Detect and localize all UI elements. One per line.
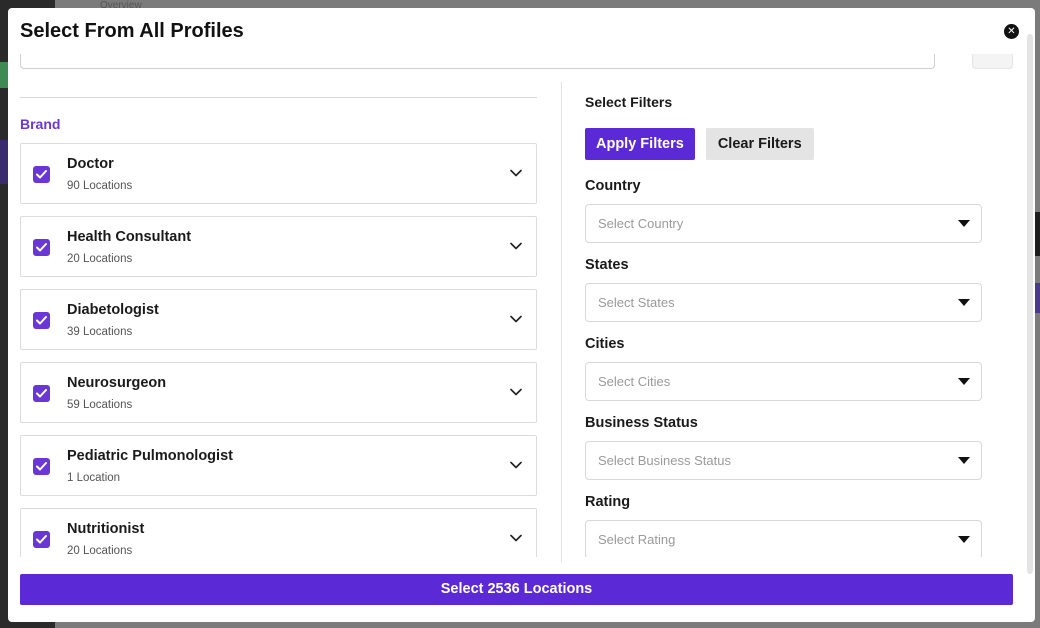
check-icon — [36, 243, 47, 252]
brand-name: Health Consultant — [67, 229, 192, 245]
divider — [20, 97, 537, 98]
check-icon — [36, 462, 47, 471]
select-placeholder: Select Cities — [598, 374, 671, 389]
filter-label: Cities — [585, 336, 625, 352]
caret-down-icon — [958, 378, 970, 385]
brand-list: Doctor 90 Locations Health Consultant 20 Lo… — [20, 143, 537, 557]
caret-down-icon — [958, 220, 970, 227]
chevron-down-icon[interactable] — [510, 388, 522, 396]
search-button[interactable] — [972, 54, 1013, 69]
filter-label: Business Status — [585, 415, 698, 431]
brand-location-count: 20 Locations — [67, 545, 133, 557]
filter-select[interactable]: Select Business Status — [585, 441, 982, 480]
brand-location-count: 59 Locations — [67, 399, 133, 411]
check-icon — [36, 316, 47, 325]
select-placeholder: Select Business Status — [598, 453, 731, 468]
brand-location-count: 90 Locations — [67, 180, 133, 192]
column-divider — [561, 82, 562, 562]
close-icon[interactable]: ✕ — [1004, 24, 1019, 39]
filter-select[interactable]: Select States — [585, 283, 982, 322]
filter-actions: Apply Filters Clear Filters — [585, 128, 983, 160]
brand-location-count: 1 Location — [67, 472, 121, 484]
brand-name: Diabetologist — [67, 302, 159, 318]
brand-item[interactable]: Health Consultant 20 Locations — [20, 216, 537, 277]
filter-group: States Select States — [585, 257, 983, 322]
brand-location-count: 20 Locations — [67, 253, 133, 265]
brand-name: Pediatric Pulmonologist — [67, 448, 233, 464]
brand-checkbox[interactable] — [33, 458, 50, 475]
caret-down-icon — [958, 457, 970, 464]
search-input[interactable] — [20, 54, 935, 69]
caret-down-icon — [958, 536, 970, 543]
chevron-down-icon[interactable] — [510, 534, 522, 542]
filter-select[interactable]: Select Rating — [585, 520, 982, 557]
chevron-down-icon[interactable] — [510, 242, 522, 250]
chevron-down-icon[interactable] — [510, 461, 522, 469]
brand-checkbox[interactable] — [33, 531, 50, 548]
select-placeholder: Select Rating — [598, 532, 676, 547]
caret-down-icon — [958, 299, 970, 306]
chevron-down-icon[interactable] — [510, 169, 522, 177]
brand-item[interactable]: Diabetologist 39 Locations — [20, 289, 537, 350]
brand-panel: Brand Doctor 90 Locations Health Consultan… — [20, 97, 537, 557]
brand-checkbox[interactable] — [33, 166, 50, 183]
brand-item[interactable]: Neurosurgeon 59 Locations — [20, 362, 537, 423]
filter-select[interactable]: Select Country — [585, 204, 982, 243]
brand-item[interactable]: Nutritionist 20 Locations — [20, 508, 537, 557]
apply-filters-button[interactable]: Apply Filters — [585, 128, 695, 160]
brand-checkbox[interactable] — [33, 239, 50, 256]
select-profiles-modal: Select From All Profiles ✕ Brand Doctor 9… — [8, 8, 1035, 622]
filter-group: Business Status Select Business Status — [585, 415, 983, 480]
filter-select[interactable]: Select Cities — [585, 362, 982, 401]
check-icon — [36, 389, 47, 398]
check-icon — [36, 535, 47, 544]
brand-name: Doctor — [67, 156, 114, 172]
brand-location-count: 39 Locations — [67, 326, 133, 338]
brand-checkbox[interactable] — [33, 312, 50, 329]
clear-filters-button[interactable]: Clear Filters — [705, 128, 814, 160]
brand-name: Nutritionist — [67, 521, 145, 537]
filter-groups: Country Select Country States Select States… — [585, 178, 983, 557]
modal-scrollbar[interactable] — [1027, 34, 1033, 574]
filters-panel: Select Filters Apply Filters Clear Filte… — [585, 94, 983, 557]
select-placeholder: Select Country — [598, 216, 684, 231]
modal-title: Select From All Profiles — [20, 20, 244, 42]
brand-checkbox[interactable] — [33, 385, 50, 402]
filter-group: Cities Select Cities — [585, 336, 983, 401]
brand-item[interactable]: Pediatric Pulmonologist 1 Location — [20, 435, 537, 496]
chevron-down-icon[interactable] — [510, 315, 522, 323]
filter-group: Rating Select Rating — [585, 494, 983, 557]
filter-label: Country — [585, 178, 641, 194]
brand-name: Neurosurgeon — [67, 375, 167, 391]
filter-label: States — [585, 257, 629, 273]
filters-title: Select Filters — [585, 94, 673, 110]
select-placeholder: Select States — [598, 295, 675, 310]
check-icon — [36, 170, 47, 179]
select-locations-button[interactable]: Select 2536 Locations — [20, 574, 1013, 605]
brand-item[interactable]: Doctor 90 Locations — [20, 143, 537, 204]
brand-section-label: Brand — [20, 116, 61, 132]
filter-label: Rating — [585, 494, 631, 510]
filter-group: Country Select Country — [585, 178, 983, 243]
